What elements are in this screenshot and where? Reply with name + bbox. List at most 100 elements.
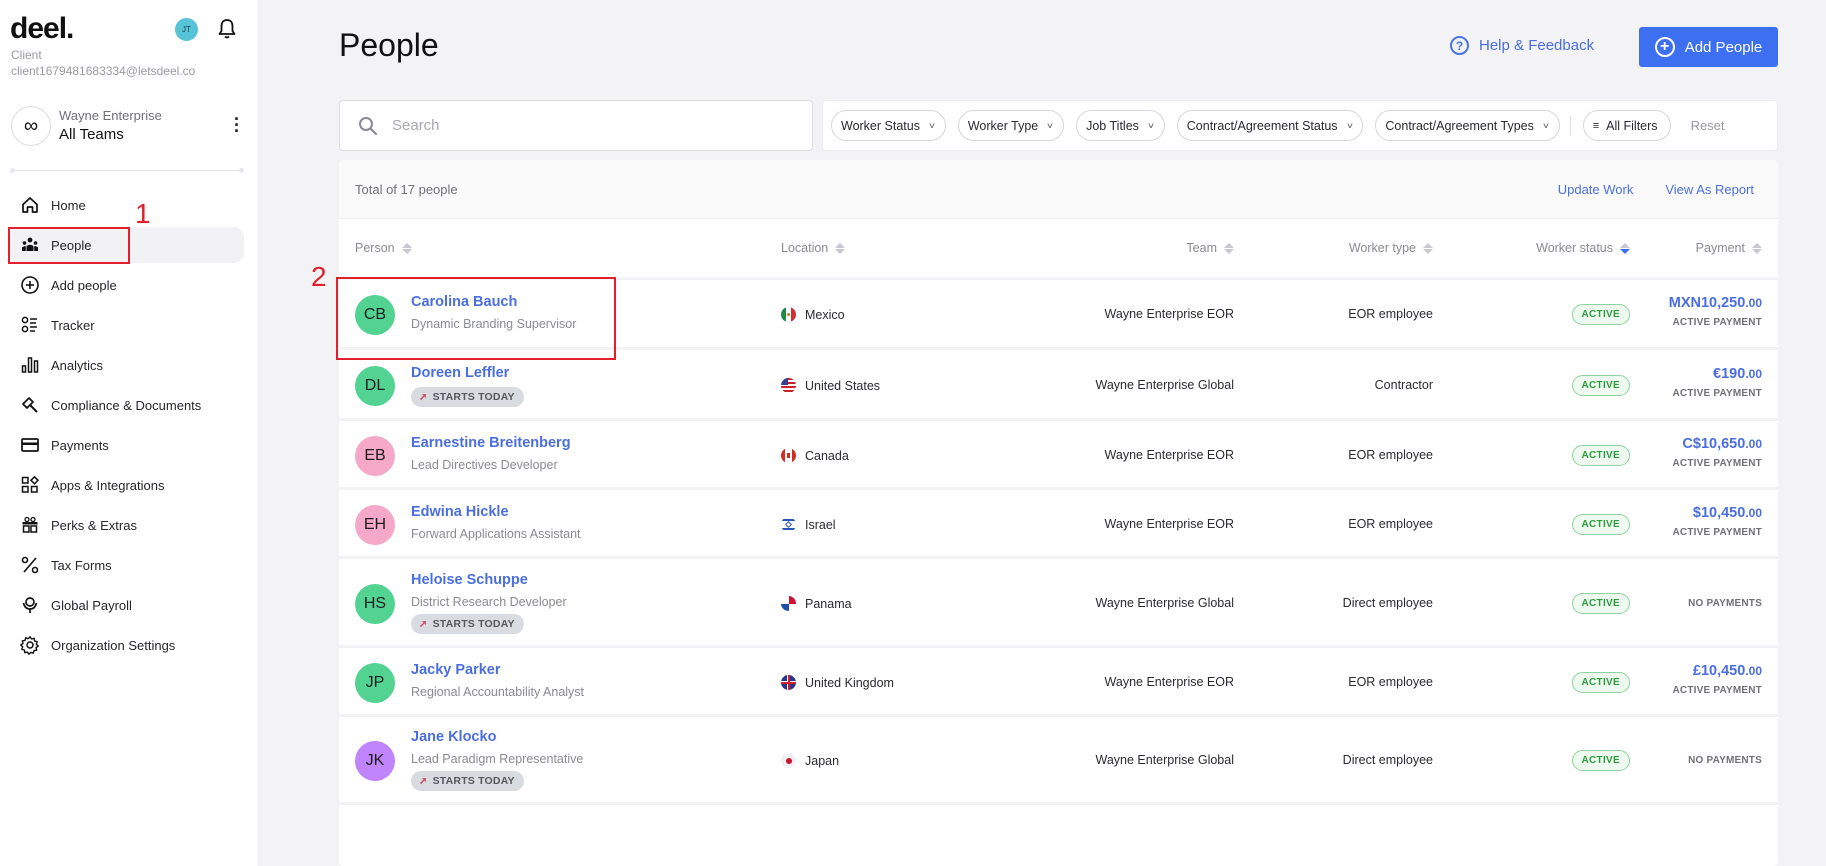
annotation-number-1: 1: [135, 198, 151, 229]
column-header-worker-status[interactable]: Worker status: [1536, 241, 1630, 255]
bell-icon[interactable]: [217, 18, 237, 40]
starts-today-label: STARTS TODAY: [432, 391, 515, 403]
column-header-location[interactable]: Location: [781, 241, 846, 255]
payment-amount-main: £10,450: [1692, 663, 1746, 679]
org-switcher[interactable]: ∞ Wayne Enterprise All Teams · · ·: [11, 106, 251, 150]
user-avatar[interactable]: JT: [175, 18, 198, 41]
sidebar-item-payments[interactable]: Payments: [10, 427, 244, 463]
table-row[interactable]: DL Doreen Leffler ➚ STARTS TODAY United Stat…: [339, 350, 1778, 421]
worker-type-cell: EOR employee: [1348, 307, 1433, 321]
column-label: Location: [781, 241, 829, 255]
filter-label: Job Titles: [1086, 118, 1139, 133]
payment-amount[interactable]: $10,450.00: [1673, 505, 1762, 521]
table-row[interactable]: HS Heloise Schuppe District Research Devel…: [339, 559, 1778, 648]
gift-icon: [20, 515, 40, 535]
person-name-link[interactable]: Jacky Parker: [411, 662, 501, 678]
sidebar-item-organization-settings[interactable]: Organization Settings: [10, 627, 244, 663]
table-row[interactable]: EH Edwina Hickle Forward Applications Assi…: [339, 490, 1778, 559]
add-people-button[interactable]: + Add People: [1639, 27, 1778, 67]
table-row[interactable]: JP Jacky Parker Regional Accountability An…: [339, 648, 1778, 717]
column-label: Worker status: [1536, 241, 1613, 255]
avatar: CB: [355, 295, 395, 335]
column-header-person[interactable]: Person: [355, 241, 412, 255]
sidebar-item-apps-and-integrations[interactable]: Apps & Integrations: [10, 467, 244, 503]
sidebar-item-home[interactable]: Home: [10, 187, 244, 223]
job-title: Forward Applications Assistant: [411, 527, 581, 541]
starts-today-badge: ➚ STARTS TODAY: [411, 771, 524, 791]
search-box: [339, 100, 813, 151]
job-title: District Research Developer: [411, 595, 567, 609]
search-input[interactable]: [392, 117, 792, 134]
table-body: CB Carolina Bauch Dynamic Branding Supervi…: [339, 280, 1778, 805]
globe-payroll-icon: [20, 595, 40, 615]
team-cell: Wayne Enterprise Global: [1095, 378, 1235, 392]
column-label: Payment: [1695, 241, 1745, 255]
chevron-down-icon: ∨: [1146, 121, 1155, 130]
sidebar-item-label: Compliance & Documents: [51, 397, 202, 413]
plus-circle-icon: +: [1654, 37, 1675, 57]
sort-icon: [401, 242, 412, 254]
sidebar-item-add-people[interactable]: Add people: [10, 267, 244, 303]
analytics-icon: [20, 355, 40, 375]
worker-type-cell: EOR employee: [1348, 675, 1433, 689]
sidebar-item-perks-and-extras[interactable]: Perks & Extras: [10, 507, 244, 543]
help-icon: ?: [1450, 36, 1469, 55]
starts-today-label: STARTS TODAY: [432, 618, 515, 630]
search-icon: [359, 116, 378, 135]
team-cell: Wayne Enterprise Global: [1095, 596, 1235, 610]
sidebar-item-tax-forms[interactable]: Tax Forms: [10, 547, 244, 583]
view-as-report-link[interactable]: View As Report: [1665, 182, 1754, 197]
help-feedback-label: Help & Feedback: [1479, 37, 1595, 54]
avatar: HS: [355, 584, 395, 624]
deel-logo[interactable]: deel.: [10, 12, 74, 46]
filter-contract-agreement-types[interactable]: Contract/Agreement Types ∨: [1375, 110, 1560, 141]
person-name-link[interactable]: Edwina Hickle: [411, 504, 509, 520]
payment-cell: €190.00 ACTIVE PAYMENT: [1673, 366, 1762, 399]
table-row[interactable]: JK Jane Klocko Lead Paradigm Representativ…: [339, 717, 1778, 805]
sidebar-item-compliance-and-documents[interactable]: Compliance & Documents: [10, 387, 244, 423]
person-name-link[interactable]: Heloise Schuppe: [411, 572, 528, 588]
status-badge: ACTIVE: [1571, 672, 1630, 693]
column-header-worker-type[interactable]: Worker type: [1349, 241, 1433, 255]
no-payments-label: NO PAYMENTS: [1688, 755, 1762, 766]
job-title: Lead Directives Developer: [411, 458, 558, 472]
column-header-team[interactable]: Team: [1186, 241, 1234, 255]
table-row[interactable]: EB Earnestine Breitenberg Lead Directives …: [339, 421, 1778, 490]
payment-amount[interactable]: £10,450.00: [1673, 663, 1762, 679]
worker-type-cell: Direct employee: [1342, 596, 1433, 610]
sidebar-nav: Home People Add people Tracker Analytics Comp…: [10, 187, 244, 667]
person-name-link[interactable]: Doreen Leffler: [411, 365, 509, 381]
sidebar-item-analytics[interactable]: Analytics: [10, 347, 244, 383]
reset-filters-button[interactable]: Reset: [1691, 118, 1725, 133]
flag-israel-icon: [781, 517, 796, 532]
filter-worker-type[interactable]: Worker Type ∨: [957, 110, 1065, 141]
filter-contract-agreement-status[interactable]: Contract/Agreement Status ∨: [1176, 110, 1364, 141]
team-cell: Wayne Enterprise EOR: [1104, 307, 1234, 321]
payment-cell: $10,450.00 ACTIVE PAYMENT: [1673, 505, 1762, 538]
person-name-link[interactable]: Jane Klocko: [411, 729, 496, 745]
more-vertical-icon[interactable]: · · ·: [231, 110, 243, 140]
credit-card-icon: [20, 435, 40, 455]
team-cell: Wayne Enterprise Global: [1095, 753, 1235, 767]
help-feedback-link[interactable]: ? Help & Feedback: [1450, 36, 1594, 55]
update-work-link[interactable]: Update Work: [1558, 182, 1634, 197]
sidebar-item-label: Home: [51, 197, 86, 213]
payment-amount[interactable]: MXN10,250.00: [1669, 295, 1762, 311]
chevron-down-icon: ∨: [1345, 121, 1354, 130]
filter-worker-status[interactable]: Worker Status ∨: [831, 110, 946, 141]
payment-amount-cents: .00: [1745, 506, 1762, 520]
person-name-link[interactable]: Carolina Bauch: [411, 294, 517, 310]
team-cell: Wayne Enterprise EOR: [1104, 448, 1234, 462]
org-team: All Teams: [59, 126, 124, 143]
column-header-payment[interactable]: Payment: [1696, 241, 1762, 255]
all-filters-button[interactable]: ≡ All Filters: [1582, 110, 1671, 141]
filter-job-titles[interactable]: Job Titles ∨: [1076, 110, 1165, 141]
table-row[interactable]: CB Carolina Bauch Dynamic Branding Supervi…: [339, 280, 1778, 350]
person-name-link[interactable]: Earnestine Breitenberg: [411, 435, 571, 451]
sidebar-item-people[interactable]: People: [10, 227, 244, 263]
avatar: DL: [355, 366, 395, 406]
payment-amount[interactable]: €190.00: [1673, 366, 1762, 382]
sidebar-item-global-payroll[interactable]: Global Payroll: [10, 587, 244, 623]
payment-amount[interactable]: C$10,650.00: [1673, 436, 1762, 452]
sidebar-item-tracker[interactable]: Tracker: [10, 307, 244, 343]
